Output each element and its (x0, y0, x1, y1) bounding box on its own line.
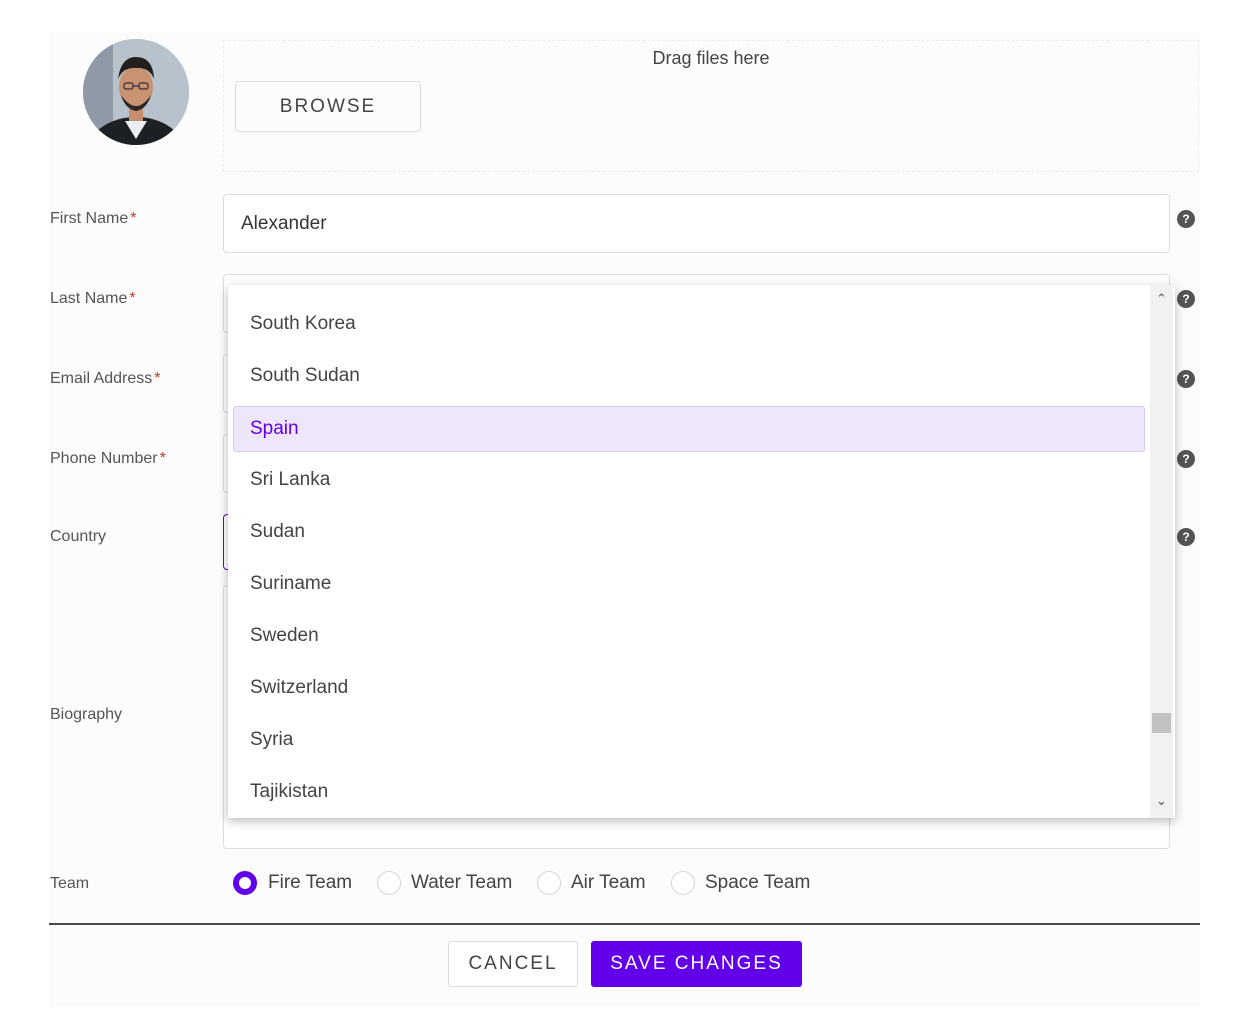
save-changes-button[interactable]: SAVE CHANGES (591, 941, 802, 987)
browse-button[interactable]: BROWSE (235, 81, 421, 132)
required-mark: * (154, 370, 161, 387)
required-mark: * (130, 210, 137, 227)
country-option[interactable]: Switzerland (233, 665, 1145, 711)
required-mark: * (159, 450, 166, 467)
country-option[interactable]: Sweden (233, 613, 1145, 659)
last-name-label: Last Name * (50, 290, 136, 307)
required-mark: * (129, 290, 136, 307)
country-option[interactable]: South Korea (233, 301, 1145, 347)
radio-label-water-team[interactable]: Water Team (411, 872, 512, 894)
radio-label-space-team[interactable]: Space Team (705, 872, 810, 894)
radio-fire-team[interactable] (233, 871, 257, 895)
country-option[interactable]: Suriname (233, 561, 1145, 607)
avatar[interactable] (83, 39, 189, 145)
email-label: Email Address * (50, 370, 161, 387)
radio-air-team[interactable] (537, 871, 561, 895)
team-label: Team (50, 875, 90, 892)
country-option-selected[interactable]: Spain (233, 406, 1145, 452)
help-icon[interactable]: ? (1177, 290, 1195, 308)
biography-label: Biography (50, 706, 123, 723)
first-name-input[interactable]: Alexander (223, 194, 1170, 253)
avatar-portrait (83, 39, 189, 145)
help-icon[interactable]: ? (1177, 210, 1195, 228)
country-option[interactable]: Tajikistan (233, 769, 1145, 815)
country-option[interactable]: Syria (233, 717, 1145, 763)
first-name-label: First Name * (50, 210, 137, 227)
cancel-button[interactable]: CANCEL (448, 941, 578, 987)
country-option[interactable]: Sudan (233, 509, 1145, 555)
country-label: Country (50, 528, 107, 545)
form-divider (49, 923, 1200, 925)
radio-space-team[interactable] (671, 871, 695, 895)
country-option[interactable]: Sri Lanka (233, 457, 1145, 503)
help-icon[interactable]: ? (1177, 450, 1195, 468)
scroll-up-icon[interactable]: ⌃ (1150, 289, 1173, 309)
radio-water-team[interactable] (377, 871, 401, 895)
scroll-down-icon[interactable]: ⌄ (1150, 791, 1173, 811)
radio-label-fire-team[interactable]: Fire Team (268, 872, 352, 894)
radio-label-air-team[interactable]: Air Team (571, 872, 646, 894)
help-icon[interactable]: ? (1177, 370, 1195, 388)
dropzone-text: Drag files here (652, 48, 770, 68)
help-icon[interactable]: ? (1177, 528, 1195, 546)
phone-label: Phone Number * (50, 450, 166, 467)
country-dropdown-list[interactable]: South Korea South Sudan Spain Sri Lanka … (228, 285, 1175, 818)
scrollbar-thumb[interactable] (1152, 713, 1171, 733)
dropdown-scrollbar[interactable] (1150, 285, 1173, 818)
country-option[interactable]: South Sudan (233, 353, 1145, 399)
